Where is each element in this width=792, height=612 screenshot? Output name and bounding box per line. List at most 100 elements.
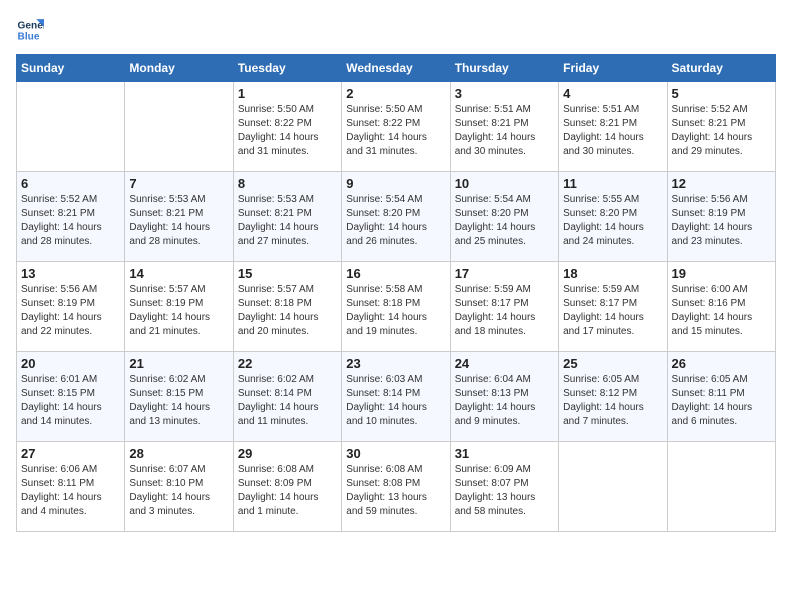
day-info: Sunrise: 5:52 AM Sunset: 8:21 PM Dayligh… <box>672 103 771 159</box>
day-info: Sunrise: 5:51 AM Sunset: 8:21 PM Dayligh… <box>455 103 554 159</box>
day-number: 26 <box>672 356 771 371</box>
calendar-cell: 8 Sunrise: 5:53 AM Sunset: 8:21 PM Daylig… <box>233 172 341 262</box>
day-info: Sunrise: 5:51 AM Sunset: 8:21 PM Dayligh… <box>563 103 662 159</box>
day-info: Sunrise: 5:55 AM Sunset: 8:20 PM Dayligh… <box>563 193 662 249</box>
calendar-cell: 7 Sunrise: 5:53 AM Sunset: 8:21 PM Daylig… <box>125 172 233 262</box>
day-number: 31 <box>455 446 554 461</box>
calendar-cell: 15 Sunrise: 5:57 AM Sunset: 8:18 PM Dayli… <box>233 262 341 352</box>
day-info: Sunrise: 6:05 AM Sunset: 8:11 PM Dayligh… <box>672 373 771 429</box>
day-number: 2 <box>346 86 445 101</box>
day-info: Sunrise: 6:04 AM Sunset: 8:13 PM Dayligh… <box>455 373 554 429</box>
day-info: Sunrise: 6:03 AM Sunset: 8:14 PM Dayligh… <box>346 373 445 429</box>
day-number: 4 <box>563 86 662 101</box>
calendar-cell: 28Sunrise: 6:07 AM Sunset: 8:10 PM Dayli… <box>125 442 233 532</box>
day-number: 25 <box>563 356 662 371</box>
column-header-friday: Friday <box>559 55 667 82</box>
day-number: 6 <box>21 176 120 191</box>
day-number: 10 <box>455 176 554 191</box>
day-number: 5 <box>672 86 771 101</box>
calendar-cell: 14Sunrise: 5:57 AM Sunset: 8:19 PM Dayli… <box>125 262 233 352</box>
column-header-monday: Monday <box>125 55 233 82</box>
calendar-week-1: 1 Sunrise: 5:50 AM Sunset: 8:22 PM Daylig… <box>17 82 776 172</box>
day-number: 27 <box>21 446 120 461</box>
calendar-cell: 30Sunrise: 6:08 AM Sunset: 8:08 PM Dayli… <box>342 442 450 532</box>
calendar-week-4: 20 Sunrise: 6:01 AM Sunset: 8:15 PM Dayli… <box>17 352 776 442</box>
calendar-cell <box>667 442 775 532</box>
calendar-cell: 19Sunrise: 6:00 AM Sunset: 8:16 PM Dayli… <box>667 262 775 352</box>
day-number: 17 <box>455 266 554 281</box>
day-number: 13 <box>21 266 120 281</box>
day-info: Sunrise: 6:02 AM Sunset: 8:14 PM Dayligh… <box>238 373 337 429</box>
page-header: General Blue <box>16 16 776 44</box>
calendar-cell: 1 Sunrise: 5:50 AM Sunset: 8:22 PM Daylig… <box>233 82 341 172</box>
calendar-cell <box>17 82 125 172</box>
calendar-cell <box>125 82 233 172</box>
calendar-cell: 31 Sunrise: 6:09 AM Sunset: 8:07 PM Dayli… <box>450 442 558 532</box>
logo: General Blue <box>16 16 50 44</box>
day-info: Sunrise: 5:54 AM Sunset: 8:20 PM Dayligh… <box>346 193 445 249</box>
calendar-cell: 13 Sunrise: 5:56 AM Sunset: 8:19 PM Dayli… <box>17 262 125 352</box>
calendar-cell: 24 Sunrise: 6:04 AM Sunset: 8:13 PM Dayli… <box>450 352 558 442</box>
day-number: 29 <box>238 446 337 461</box>
day-number: 8 <box>238 176 337 191</box>
calendar-cell: 25 Sunrise: 6:05 AM Sunset: 8:12 PM Dayli… <box>559 352 667 442</box>
day-number: 24 <box>455 356 554 371</box>
day-number: 1 <box>238 86 337 101</box>
day-info: Sunrise: 6:01 AM Sunset: 8:15 PM Dayligh… <box>21 373 120 429</box>
day-info: Sunrise: 6:07 AM Sunset: 8:10 PM Dayligh… <box>129 463 228 519</box>
calendar-cell: 20 Sunrise: 6:01 AM Sunset: 8:15 PM Dayli… <box>17 352 125 442</box>
calendar-header-row: SundayMondayTuesdayWednesdayThursdayFrid… <box>17 55 776 82</box>
day-info: Sunrise: 6:08 AM Sunset: 8:08 PM Dayligh… <box>346 463 445 519</box>
calendar-cell: 5 Sunrise: 5:52 AM Sunset: 8:21 PM Daylig… <box>667 82 775 172</box>
day-info: Sunrise: 5:59 AM Sunset: 8:17 PM Dayligh… <box>455 283 554 339</box>
day-info: Sunrise: 6:09 AM Sunset: 8:07 PM Dayligh… <box>455 463 554 519</box>
calendar-week-2: 6 Sunrise: 5:52 AM Sunset: 8:21 PM Daylig… <box>17 172 776 262</box>
day-number: 15 <box>238 266 337 281</box>
day-info: Sunrise: 6:05 AM Sunset: 8:12 PM Dayligh… <box>563 373 662 429</box>
day-info: Sunrise: 5:53 AM Sunset: 8:21 PM Dayligh… <box>129 193 228 249</box>
column-header-sunday: Sunday <box>17 55 125 82</box>
calendar-week-5: 27 Sunrise: 6:06 AM Sunset: 8:11 PM Dayli… <box>17 442 776 532</box>
day-info: Sunrise: 6:08 AM Sunset: 8:09 PM Dayligh… <box>238 463 337 519</box>
calendar-cell: 3 Sunrise: 5:51 AM Sunset: 8:21 PM Daylig… <box>450 82 558 172</box>
calendar-cell: 9Sunrise: 5:54 AM Sunset: 8:20 PM Daylig… <box>342 172 450 262</box>
calendar-cell: 29 Sunrise: 6:08 AM Sunset: 8:09 PM Dayli… <box>233 442 341 532</box>
calendar-cell: 16 Sunrise: 5:58 AM Sunset: 8:18 PM Dayli… <box>342 262 450 352</box>
day-info: Sunrise: 6:00 AM Sunset: 8:16 PM Dayligh… <box>672 283 771 339</box>
column-header-wednesday: Wednesday <box>342 55 450 82</box>
calendar-cell: 12Sunrise: 5:56 AM Sunset: 8:19 PM Dayli… <box>667 172 775 262</box>
calendar-cell: 27 Sunrise: 6:06 AM Sunset: 8:11 PM Dayli… <box>17 442 125 532</box>
column-header-saturday: Saturday <box>667 55 775 82</box>
calendar-cell: 10Sunrise: 5:54 AM Sunset: 8:20 PM Dayli… <box>450 172 558 262</box>
calendar-cell: 21 Sunrise: 6:02 AM Sunset: 8:15 PM Dayli… <box>125 352 233 442</box>
day-number: 16 <box>346 266 445 281</box>
calendar-cell: 22 Sunrise: 6:02 AM Sunset: 8:14 PM Dayli… <box>233 352 341 442</box>
day-info: Sunrise: 5:56 AM Sunset: 8:19 PM Dayligh… <box>672 193 771 249</box>
calendar-cell: 2Sunrise: 5:50 AM Sunset: 8:22 PM Daylig… <box>342 82 450 172</box>
day-info: Sunrise: 5:57 AM Sunset: 8:18 PM Dayligh… <box>238 283 337 339</box>
day-info: Sunrise: 6:02 AM Sunset: 8:15 PM Dayligh… <box>129 373 228 429</box>
logo-icon: General Blue <box>16 16 44 44</box>
calendar-week-3: 13 Sunrise: 5:56 AM Sunset: 8:19 PM Dayli… <box>17 262 776 352</box>
day-info: Sunrise: 5:59 AM Sunset: 8:17 PM Dayligh… <box>563 283 662 339</box>
day-info: Sunrise: 5:53 AM Sunset: 8:21 PM Dayligh… <box>238 193 337 249</box>
day-number: 3 <box>455 86 554 101</box>
column-header-tuesday: Tuesday <box>233 55 341 82</box>
calendar-cell: 6 Sunrise: 5:52 AM Sunset: 8:21 PM Daylig… <box>17 172 125 262</box>
day-number: 7 <box>129 176 228 191</box>
day-number: 22 <box>238 356 337 371</box>
calendar-table: SundayMondayTuesdayWednesdayThursdayFrid… <box>16 54 776 532</box>
day-number: 21 <box>129 356 228 371</box>
calendar-cell <box>559 442 667 532</box>
calendar-cell: 26 Sunrise: 6:05 AM Sunset: 8:11 PM Dayli… <box>667 352 775 442</box>
day-info: Sunrise: 5:58 AM Sunset: 8:18 PM Dayligh… <box>346 283 445 339</box>
day-info: Sunrise: 5:50 AM Sunset: 8:22 PM Dayligh… <box>238 103 337 159</box>
calendar-cell: 23Sunrise: 6:03 AM Sunset: 8:14 PM Dayli… <box>342 352 450 442</box>
day-info: Sunrise: 6:06 AM Sunset: 8:11 PM Dayligh… <box>21 463 120 519</box>
day-info: Sunrise: 5:56 AM Sunset: 8:19 PM Dayligh… <box>21 283 120 339</box>
day-info: Sunrise: 5:52 AM Sunset: 8:21 PM Dayligh… <box>21 193 120 249</box>
calendar-cell: 4 Sunrise: 5:51 AM Sunset: 8:21 PM Daylig… <box>559 82 667 172</box>
day-number: 18 <box>563 266 662 281</box>
day-number: 20 <box>21 356 120 371</box>
calendar-cell: 17 Sunrise: 5:59 AM Sunset: 8:17 PM Dayli… <box>450 262 558 352</box>
